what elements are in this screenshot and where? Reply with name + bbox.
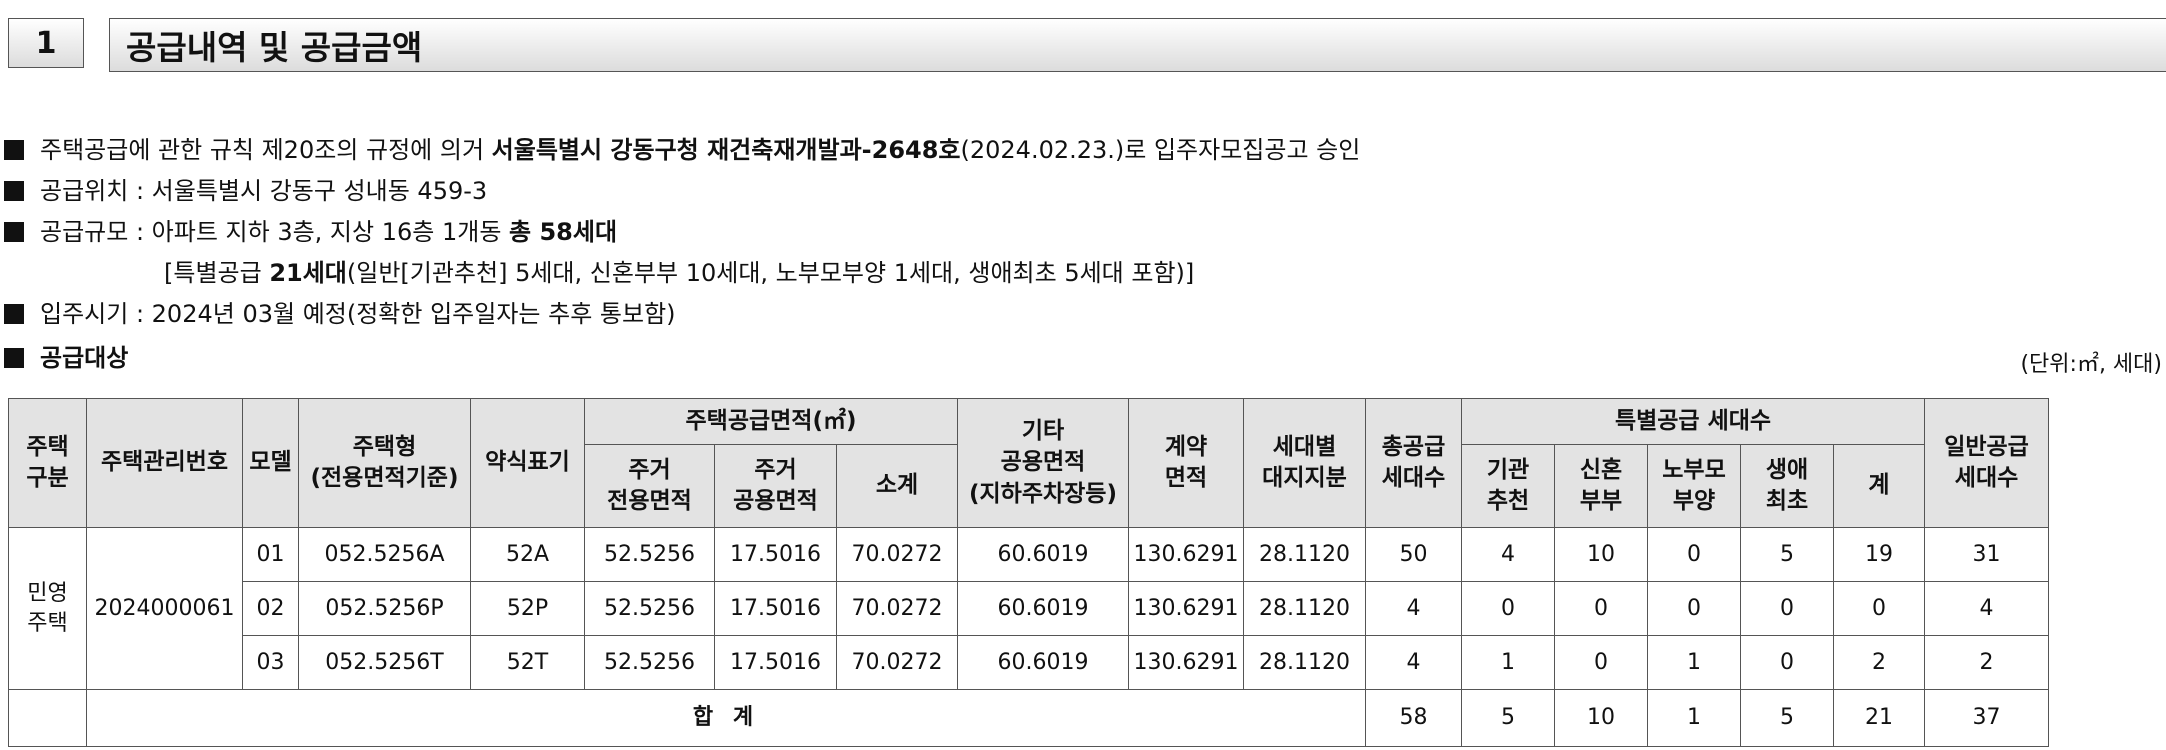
mgmt-no-cell: 2024000061	[86, 527, 243, 690]
cell-sum: 0	[1832, 581, 1926, 636]
cell-subtotal: 70.0272	[836, 527, 958, 582]
special-supply-line: [특별공급 21세대(일반[기관추천] 5세대, 신혼부부 10세대, 노부모부…	[164, 259, 1195, 287]
cell-common: 17.5016	[714, 581, 837, 636]
total-row: 합 계 58 5 10 1 5 21 37	[8, 689, 2050, 747]
cell-model: 02	[242, 581, 299, 636]
cell-sum: 19	[1832, 527, 1926, 582]
cell-excl: 52.5256	[584, 527, 715, 582]
cell-first: 0	[1740, 581, 1834, 636]
cell-total: 50	[1365, 527, 1462, 582]
header-house-type: 주택 구분	[8, 398, 87, 528]
cell-type: 052.5256P	[298, 581, 471, 636]
cell-excl: 52.5256	[584, 581, 715, 636]
cell-model: 03	[242, 635, 299, 690]
header-newlywed: 신혼 부부	[1554, 444, 1648, 528]
cell-total: 4	[1365, 581, 1462, 636]
scale-line: 공급규모 : 아파트 지하 3층, 지상 16층 1개동 총 58세대	[4, 212, 617, 247]
header-land-share: 세대별 대지지분	[1243, 398, 1366, 528]
section-title: 공급내역 및 공급금액	[109, 18, 2166, 72]
total-cell-newlywed: 10	[1554, 689, 1648, 747]
header-mgmt-no: 주택관리번호	[86, 398, 243, 528]
cell-excl: 52.5256	[584, 635, 715, 690]
cell-type: 052.5256T	[298, 635, 471, 690]
square-bullet-icon	[4, 304, 24, 324]
cell-abbr: 52T	[470, 635, 585, 690]
cell-other: 60.6019	[957, 581, 1129, 636]
cell-contract: 130.6291	[1128, 527, 1244, 582]
cell-elderly: 0	[1647, 581, 1741, 636]
supply-table: 주택 구분 주택관리번호 모델 주택형 (전용면적기준) 약식표기 주택공급면적(㎡…	[8, 398, 2050, 747]
table-row: 03 052.5256T 52T 52.5256 17.5016 70.0272…	[9, 635, 2050, 690]
header-supply-area: 주택공급면적(㎡)	[584, 398, 958, 445]
cell-common: 17.5016	[714, 635, 837, 690]
approval-line: 주택공급에 관한 규칙 제20조의 규정에 의거 서울특별시 강동구청 재건축재…	[4, 130, 1360, 165]
header-contract-area: 계약 면적	[1128, 398, 1244, 528]
header-special: 특별공급 세대수	[1460, 398, 1926, 445]
square-bullet-icon	[4, 348, 24, 368]
cell-subtotal: 70.0272	[836, 581, 958, 636]
cell-elderly: 0	[1647, 527, 1741, 582]
supply-target-heading: 공급대상	[4, 338, 128, 373]
total-cell-total: 58	[1365, 689, 1462, 747]
header-housing-type: 주택형 (전용면적기준)	[298, 398, 471, 528]
square-bullet-icon	[4, 140, 24, 160]
square-bullet-icon	[4, 181, 24, 201]
section-number: 1	[8, 18, 84, 68]
header-elderly: 노부모 부양	[1647, 444, 1741, 528]
total-cell-inst: 5	[1461, 689, 1555, 747]
header-common-area: 주거 공용면적	[714, 444, 837, 528]
table-row: 민영 주택 2024000061 01 052.5256A 52A 52.5256…	[8, 527, 2050, 690]
cell-elderly: 1	[1647, 635, 1741, 690]
header-inst: 기관 추천	[1461, 444, 1555, 528]
house-type-cell: 민영 주택	[8, 527, 87, 690]
cell-newlywed: 0	[1554, 635, 1648, 690]
total-label: 합 계	[86, 689, 1366, 747]
cell-sum: 2	[1832, 635, 1926, 690]
cell-land: 28.1120	[1243, 527, 1366, 582]
total-cell-elderly: 1	[1647, 689, 1741, 747]
cell-inst: 4	[1461, 527, 1555, 582]
cell-other: 60.6019	[957, 527, 1129, 582]
move-in-line: 입주시기 : 2024년 03월 예정(정확한 입주일자는 추후 통보함)	[4, 294, 676, 329]
cell-general: 2	[1924, 635, 2050, 690]
square-bullet-icon	[4, 222, 24, 242]
cell-contract: 130.6291	[1128, 581, 1244, 636]
cell-total: 4	[1365, 635, 1462, 690]
header-general: 일반공급 세대수	[1924, 398, 2050, 528]
location-line: 공급위치 : 서울특별시 강동구 성내동 459-3	[4, 171, 487, 206]
cell-contract: 130.6291	[1128, 635, 1244, 690]
cell-other: 60.6019	[957, 635, 1129, 690]
total-cell-sum: 21	[1832, 689, 1926, 747]
cell-land: 28.1120	[1243, 635, 1366, 690]
cell-model: 01	[242, 527, 299, 582]
cell-first: 0	[1740, 635, 1834, 690]
header-sum: 계	[1832, 444, 1926, 528]
header-total-units: 총공급 세대수	[1365, 398, 1462, 528]
cell-newlywed: 0	[1554, 581, 1648, 636]
header-other-area: 기타 공용면적 (지하주차장등)	[957, 398, 1129, 528]
cell-first: 5	[1740, 527, 1834, 582]
cell-newlywed: 10	[1554, 527, 1648, 582]
total-blank-cell	[8, 689, 87, 747]
header-abbr: 약식표기	[470, 398, 585, 528]
cell-common: 17.5016	[714, 527, 837, 582]
total-cell-first: 5	[1740, 689, 1834, 747]
unit-note: (단위:㎡, 세대)	[2020, 352, 2162, 377]
cell-abbr: 52A	[470, 527, 585, 582]
cell-inst: 1	[1461, 635, 1555, 690]
cell-inst: 0	[1461, 581, 1555, 636]
cell-type: 052.5256A	[298, 527, 471, 582]
header-subtotal: 소계	[836, 444, 958, 528]
header-first: 생애 최초	[1740, 444, 1834, 528]
cell-subtotal: 70.0272	[836, 635, 958, 690]
cell-abbr: 52P	[470, 581, 585, 636]
total-cell-general: 37	[1924, 689, 2050, 747]
header-excl-area: 주거 전용면적	[584, 444, 715, 528]
cell-general: 31	[1924, 527, 2050, 582]
cell-general: 4	[1924, 581, 2050, 636]
header-model: 모델	[242, 398, 299, 528]
cell-land: 28.1120	[1243, 581, 1366, 636]
table-row: 02 052.5256P 52P 52.5256 17.5016 70.0272…	[9, 581, 2050, 636]
